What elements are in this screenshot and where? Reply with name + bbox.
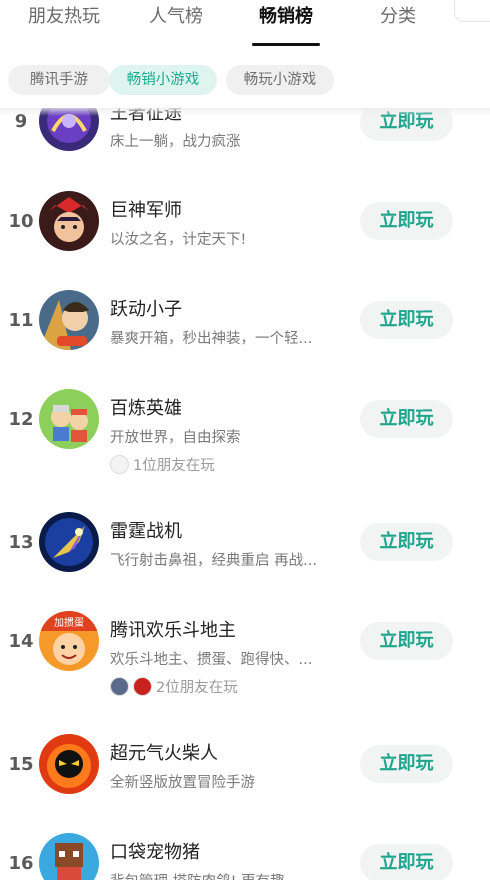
list-item[interactable]: 11 跃动小子 暴爽开箱，秒出神装，一个轻... 立即玩 — [0, 289, 490, 369]
list-item[interactable]: 13 雷霆战机 飞行射击鼻祖，经典重启 再战... 立即玩 — [0, 512, 490, 592]
game-icon — [39, 833, 99, 880]
game-icon — [39, 191, 99, 251]
rank-number: 15 — [8, 754, 34, 775]
game-icon — [39, 734, 99, 794]
chip-tencent-mobile[interactable]: 腾讯手游 — [8, 65, 110, 95]
tab-popular[interactable]: 人气榜 — [149, 6, 203, 28]
game-title: 百炼英雄 — [110, 398, 182, 419]
rank-number: 10 — [8, 211, 34, 232]
tab-categories[interactable]: 分类 — [380, 6, 416, 28]
friends-playing-label: 2位朋友在玩 — [156, 680, 238, 696]
game-icon: 加掼蛋 — [39, 611, 99, 671]
play-button[interactable]: 立即玩 — [360, 622, 453, 660]
game-description: 开放世界，自由探索 — [110, 430, 241, 446]
game-description: 以汝之名，计定天下! — [110, 232, 247, 248]
game-icon — [39, 290, 99, 350]
list-item[interactable]: 14 加掼蛋 腾讯欢乐斗地主 欢乐斗地主、掼蛋、跑得快、... 2位朋友在玩 立… — [0, 611, 490, 711]
play-button[interactable]: 立即玩 — [360, 745, 453, 783]
game-description: 暴爽开箱，秒出神装，一个轻... — [110, 331, 313, 347]
game-description: 背包管理 塔防肉鸽! 更有趣 — [110, 870, 285, 880]
game-description: 欢乐斗地主、掼蛋、跑得快、... — [110, 652, 313, 668]
game-description: 全新竖版放置冒险手游 — [110, 775, 255, 791]
play-button[interactable]: 立即玩 — [360, 400, 453, 438]
rank-number: 13 — [8, 532, 34, 553]
badge-text: 加掼蛋 — [54, 616, 84, 629]
top-tab-bar: 朋友热玩 人气榜 畅销榜 分类 — [0, 0, 490, 56]
list-item[interactable]: 16 口袋宠物猪 背包管理 塔防肉鸽! 更有趣 立即玩 — [0, 833, 490, 880]
play-button[interactable]: 立即玩 — [360, 301, 453, 339]
list-item[interactable]: 10 巨神军师 以汝之名，计定天下! 立即玩 — [0, 190, 490, 270]
active-tab-indicator — [252, 43, 320, 46]
game-title: 腾讯欢乐斗地主 — [110, 620, 236, 641]
chip-bestseller-minigames[interactable]: 畅销小游戏 — [109, 65, 217, 95]
tab-friends-hot[interactable]: 朋友热玩 — [28, 6, 100, 28]
friends-playing: 2位朋友在玩 — [110, 676, 238, 696]
rank-number: 14 — [8, 631, 34, 652]
game-icon — [39, 389, 99, 449]
play-button[interactable]: 立即玩 — [360, 523, 453, 561]
play-button[interactable]: 立即玩 — [360, 844, 453, 880]
game-title: 雷霆战机 — [110, 521, 182, 542]
tab-bestseller[interactable]: 畅销榜 — [259, 6, 313, 28]
game-title: 巨神军师 — [110, 200, 182, 221]
friends-playing-label: 1位朋友在玩 — [133, 458, 215, 474]
chip-playable-minigames[interactable]: 畅玩小游戏 — [226, 65, 334, 95]
list-item[interactable]: 15 超元气火柴人 全新竖版放置冒险手游 立即玩 — [0, 734, 490, 814]
game-title: 超元气火柴人 — [110, 743, 218, 764]
game-icon — [39, 512, 99, 572]
friend-avatar — [110, 677, 129, 696]
play-button[interactable]: 立即玩 — [360, 202, 453, 240]
filter-chip-bar: 腾讯手游 畅销小游戏 畅玩小游戏 — [0, 56, 490, 108]
game-description: 飞行射击鼻祖，经典重启 再战... — [110, 553, 317, 569]
rank-number: 11 — [8, 310, 34, 331]
rank-number: 16 — [8, 853, 34, 874]
game-title: 跃动小子 — [110, 299, 182, 320]
list-item[interactable]: 12 百炼英雄 开放世界，自由探索 1位朋友在玩 立即玩 — [0, 389, 490, 489]
game-title: 口袋宠物猪 — [110, 842, 200, 863]
friends-playing: 1位朋友在玩 — [110, 454, 215, 474]
game-description: 床上一躺，战力疯涨 — [110, 134, 241, 150]
friend-avatar — [110, 455, 129, 474]
friend-avatar — [133, 677, 152, 696]
rank-number: 12 — [8, 409, 34, 430]
more-tab-edge — [454, 0, 490, 22]
game-list[interactable]: 9 王者征途 床上一躺，战力疯涨 立即玩 10 巨神军师 以汝之名，计定天下! … — [0, 0, 490, 880]
